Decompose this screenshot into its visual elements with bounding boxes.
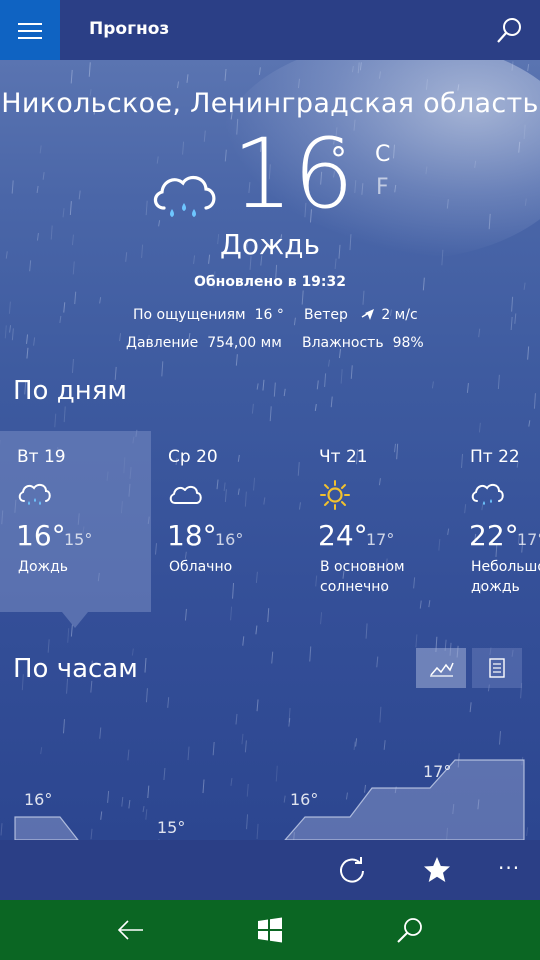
- page-title: Прогноз: [89, 19, 170, 39]
- day-low-temp: 15°: [64, 530, 93, 549]
- humidity-value: 98%: [392, 335, 424, 351]
- updated-time: Обновлено в 19:32: [193, 274, 347, 290]
- rain-icon: [471, 483, 504, 505]
- wind: Ветер 2 м/с: [304, 307, 418, 323]
- back-icon[interactable]: [116, 915, 146, 945]
- day-name: Чт 21: [319, 447, 368, 467]
- wind-direction-icon: [361, 309, 375, 320]
- chart-icon: [430, 662, 454, 677]
- day-low-temp: 16°: [215, 530, 244, 549]
- pressure: Давление 754,00 мм: [126, 335, 282, 351]
- day-high-temp: 18°: [167, 519, 217, 552]
- search-icon[interactable]: [395, 915, 425, 945]
- menu-line: [18, 23, 42, 25]
- wind-label: Ветер: [304, 307, 348, 323]
- location-name: Никольское, Ленинградская область: [1, 88, 539, 119]
- pressure-value: 754,00 мм: [207, 335, 282, 351]
- day-name: Вт 19: [17, 447, 66, 467]
- hourly-temp-label: 16°: [290, 790, 319, 809]
- rain-icon: [18, 483, 51, 505]
- hourly-temp-label: 17°: [423, 762, 452, 781]
- day-name: Ср 20: [168, 447, 218, 467]
- day-name: Пт 22: [470, 447, 520, 467]
- hourly-temp-label: 16°: [24, 790, 53, 809]
- day-condition: Небольшой дождь: [471, 559, 540, 595]
- wind-value: 2 м/с: [381, 307, 418, 323]
- feels-like-value: 16 °: [254, 307, 284, 323]
- menu-line: [18, 30, 42, 32]
- hourly-heading: По часам: [13, 654, 138, 684]
- degree-symbol: °: [330, 140, 347, 180]
- day-tile-thu[interactable]: Чт 21 24° 17° В основном солнечно: [302, 431, 453, 612]
- selected-day-pointer: [62, 612, 88, 628]
- hourly-temp-label: 15°: [157, 818, 186, 837]
- day-low-temp: 17°: [517, 530, 540, 549]
- day-condition: В основном солнечно: [320, 559, 405, 595]
- unit-fahrenheit-toggle[interactable]: F: [376, 175, 389, 200]
- search-icon[interactable]: [496, 16, 524, 44]
- feels-like-label: По ощущениям: [133, 307, 246, 323]
- list-icon: [489, 658, 505, 678]
- feels-like: По ощущениям 16 °: [133, 307, 284, 323]
- daily-heading: По дням: [13, 376, 127, 406]
- hamburger-menu-button[interactable]: [0, 0, 60, 60]
- day-condition: Облачно: [169, 559, 233, 575]
- windows-start-icon[interactable]: [255, 915, 285, 945]
- sun-icon: [320, 480, 350, 510]
- day-high-temp: 24°: [318, 519, 368, 552]
- app-bar: ···: [0, 840, 540, 900]
- more-options-button[interactable]: ···: [498, 856, 520, 880]
- list-view-toggle[interactable]: [472, 648, 522, 688]
- cloud-icon: [169, 485, 202, 504]
- main-content[interactable]: Никольское, Ленинградская область 16 ° C…: [0, 60, 540, 840]
- hourly-temperature-area: [14, 759, 525, 840]
- humidity-label: Влажность: [302, 335, 384, 351]
- current-condition: Дождь: [219, 228, 321, 261]
- system-nav-bar: [0, 900, 540, 960]
- day-low-temp: 17°: [366, 530, 395, 549]
- day-tile-tue[interactable]: Вт 19 16° 15° Дождь: [0, 431, 151, 612]
- top-bar: Прогноз: [0, 0, 540, 60]
- pressure-label: Давление: [126, 335, 199, 351]
- refresh-icon[interactable]: [336, 854, 368, 886]
- unit-celsius-toggle[interactable]: C: [375, 142, 390, 167]
- day-condition: Дождь: [18, 559, 69, 575]
- day-tile-fri[interactable]: Пт 22 22° 17° Небольшой дождь: [453, 431, 540, 612]
- hourly-chart[interactable]: 16° 15° 16° 17°: [0, 740, 540, 840]
- humidity: Влажность 98%: [302, 335, 424, 351]
- chart-view-toggle[interactable]: [416, 648, 466, 688]
- day-high-temp: 22°: [469, 519, 519, 552]
- menu-line: [18, 37, 42, 39]
- rain-icon: [153, 175, 216, 217]
- day-high-temp: 16°: [16, 519, 66, 552]
- favorite-star-icon[interactable]: [421, 854, 453, 886]
- day-tile-wed[interactable]: Ср 20 18° 16° Облачно: [151, 431, 302, 612]
